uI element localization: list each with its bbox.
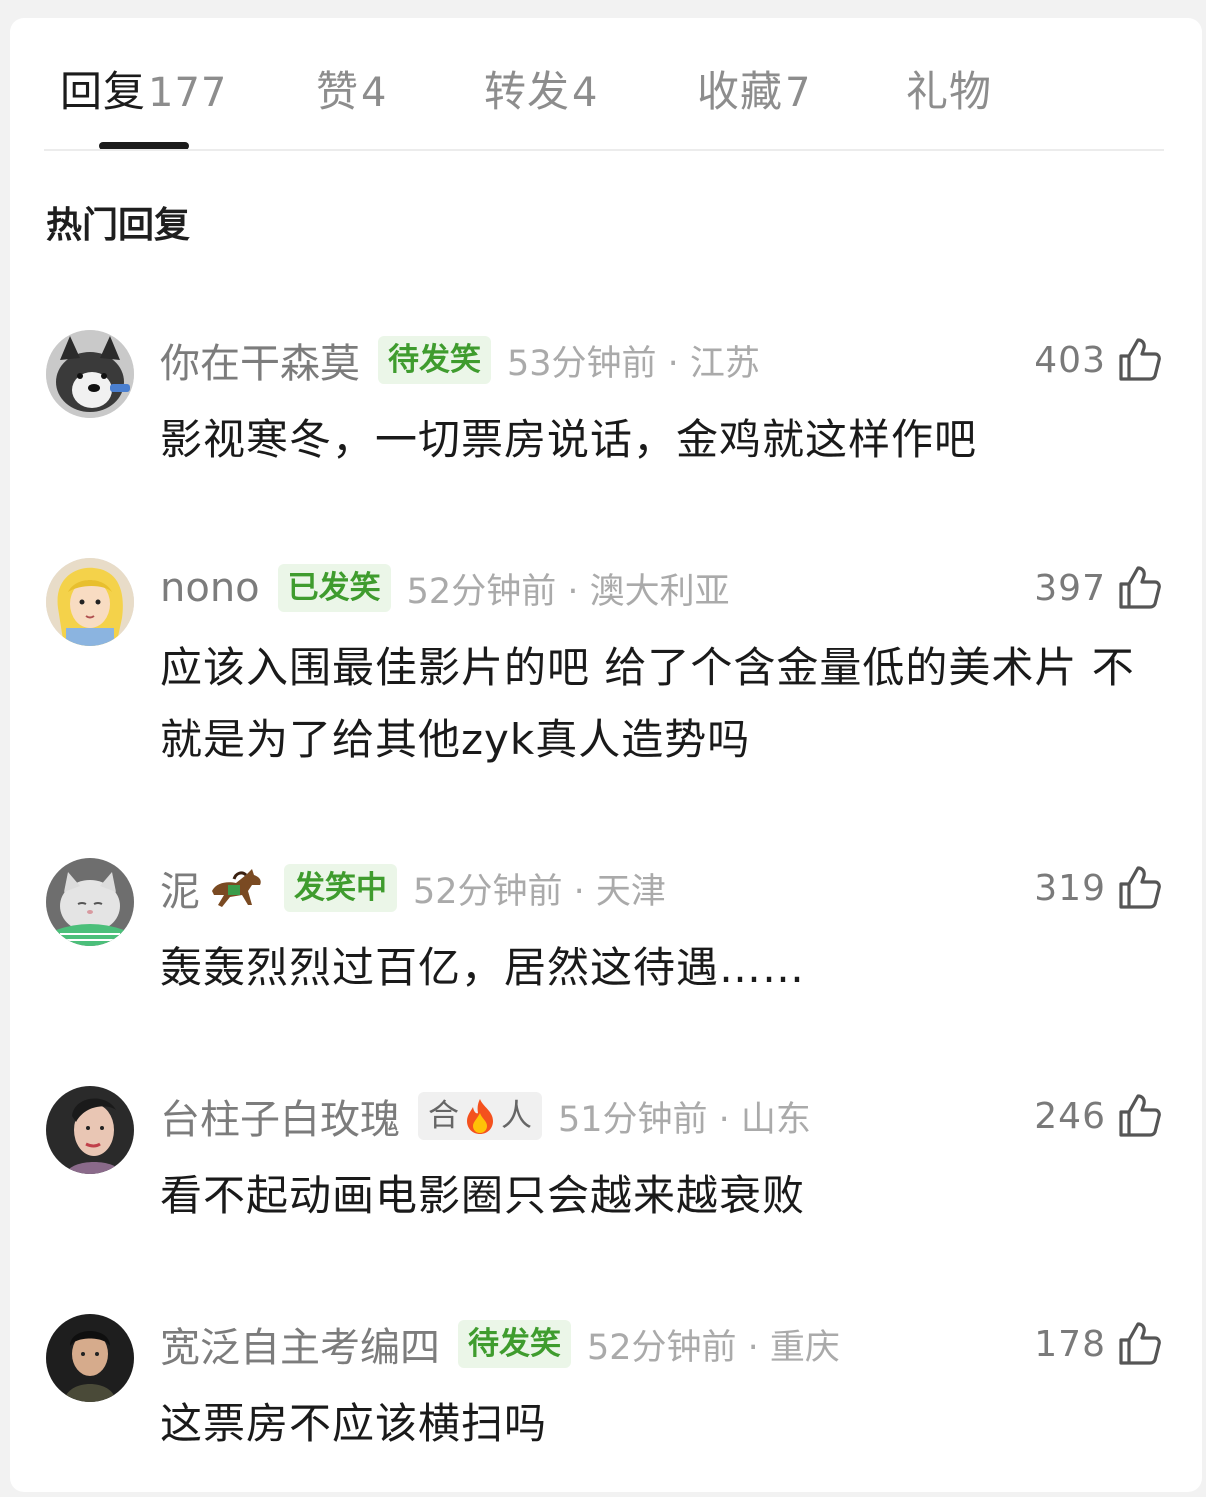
- section-title: 热门回复: [46, 205, 191, 246]
- comment-meta: 你在干森莫 待发笑 53分钟前 · 江苏: [160, 332, 760, 388]
- username[interactable]: 你在干森莫: [160, 331, 360, 389]
- tab-reposts-count: 4: [572, 70, 599, 116]
- comment-text: 影视寒冬，一切票房说话，金鸡就这样作吧: [160, 415, 978, 464]
- status-badge: 合 人: [418, 1092, 542, 1140]
- tab-likes-count: 4: [361, 70, 388, 116]
- like-button[interactable]: 319: [1034, 864, 1164, 912]
- badge-left-text: 合: [428, 1098, 459, 1134]
- tab-reposts-label: 转发: [484, 67, 571, 116]
- like-count: 397: [1034, 567, 1106, 609]
- tab-reposts[interactable]: 转发4: [484, 58, 598, 119]
- husky-avatar-icon: [46, 330, 134, 418]
- comments-panel: 回复177 赞4 转发4 收藏7 礼物 热门回复 你在干森莫 待发笑 53分钟前…: [10, 18, 1202, 1492]
- like-button[interactable]: 246: [1034, 1092, 1164, 1140]
- timestamp-location: 53分钟前 · 江苏: [507, 343, 760, 384]
- tab-bar: 回复177 赞4 转发4 收藏7 礼物: [10, 18, 1202, 150]
- woman-portrait-avatar-icon: [46, 1086, 134, 1174]
- comment-meta: 泥 发笑中 52分钟前 · 天津: [160, 860, 666, 916]
- horse-emoji-icon: [212, 869, 261, 907]
- thumbs-up-icon: [1119, 338, 1161, 381]
- timestamp-location: 52分钟前 · 重庆: [587, 1327, 840, 1368]
- comment-text: 这票房不应该横扫吗: [160, 1399, 548, 1448]
- username[interactable]: nono: [160, 565, 260, 611]
- tab-replies-count: 177: [148, 70, 228, 116]
- avatar[interactable]: [46, 1086, 134, 1174]
- like-count: 246: [1034, 1095, 1106, 1137]
- like-button[interactable]: 178: [1034, 1320, 1164, 1368]
- status-badge: 已发笑: [277, 564, 391, 612]
- thumbs-up-icon: [1119, 1094, 1161, 1137]
- username[interactable]: 泥: [160, 859, 200, 917]
- timestamp-location: 52分钟前 · 天津: [413, 871, 666, 912]
- tab-likes[interactable]: 赞4: [316, 58, 387, 119]
- comment-text: 轰轰烈烈过百亿，居然这待遇……: [160, 943, 806, 992]
- username[interactable]: 台柱子白玫瑰: [160, 1087, 400, 1145]
- tab-favorites-count: 7: [785, 70, 812, 116]
- thumbs-up-icon: [1119, 866, 1161, 909]
- comment-meta: 宽泛自主考编四 待发笑 52分钟前 · 重庆: [160, 1316, 840, 1372]
- like-count: 403: [1034, 339, 1106, 381]
- like-button[interactable]: 397: [1034, 564, 1164, 612]
- man-portrait-avatar-icon: [46, 1314, 134, 1402]
- tab-gifts[interactable]: 礼物: [906, 58, 992, 119]
- like-count: 319: [1034, 867, 1106, 909]
- avatar[interactable]: [46, 1314, 134, 1402]
- status-badge: 待发笑: [378, 336, 491, 384]
- comment-text: 应该入围最佳影片的吧 给了个含金量低的美术片 不就是为了给其他zyk真人造势吗: [160, 643, 1135, 764]
- tab-favorites-label: 收藏: [697, 67, 784, 116]
- tab-likes-label: 赞: [316, 67, 360, 116]
- avatar[interactable]: [46, 858, 134, 946]
- cat-avatar-icon: [46, 858, 134, 946]
- tab-favorites[interactable]: 收藏7: [697, 58, 811, 119]
- timestamp-location: 52分钟前 · 澳大利亚: [406, 571, 730, 612]
- tab-replies-label: 回复: [60, 67, 147, 116]
- thumbs-up-icon: [1119, 1322, 1161, 1365]
- comment-text: 看不起动画电影圈只会越来越衰败: [160, 1171, 806, 1220]
- status-badge: 待发笑: [458, 1320, 571, 1368]
- like-count: 178: [1034, 1323, 1106, 1365]
- tab-gifts-label: 礼物: [906, 67, 993, 116]
- like-button[interactable]: 403: [1034, 336, 1164, 384]
- tab-divider: [44, 149, 1164, 151]
- comment-meta: nono 已发笑 52分钟前 · 澳大利亚: [160, 560, 730, 616]
- tab-replies[interactable]: 回复177: [60, 58, 227, 119]
- status-badge: 发笑中: [284, 864, 397, 912]
- avatar[interactable]: [46, 558, 134, 646]
- cartoon-girl-avatar-icon: [46, 558, 134, 646]
- avatar[interactable]: [46, 330, 134, 418]
- badge-right-text: 人: [501, 1098, 532, 1134]
- timestamp-location: 51分钟前 · 山东: [558, 1099, 811, 1140]
- thumbs-up-icon: [1119, 566, 1161, 609]
- fire-emoji-icon: [467, 1099, 493, 1134]
- username[interactable]: 宽泛自主考编四: [160, 1315, 440, 1373]
- comment-meta: 台柱子白玫瑰 合 人 51分钟前 · 山东: [160, 1088, 811, 1144]
